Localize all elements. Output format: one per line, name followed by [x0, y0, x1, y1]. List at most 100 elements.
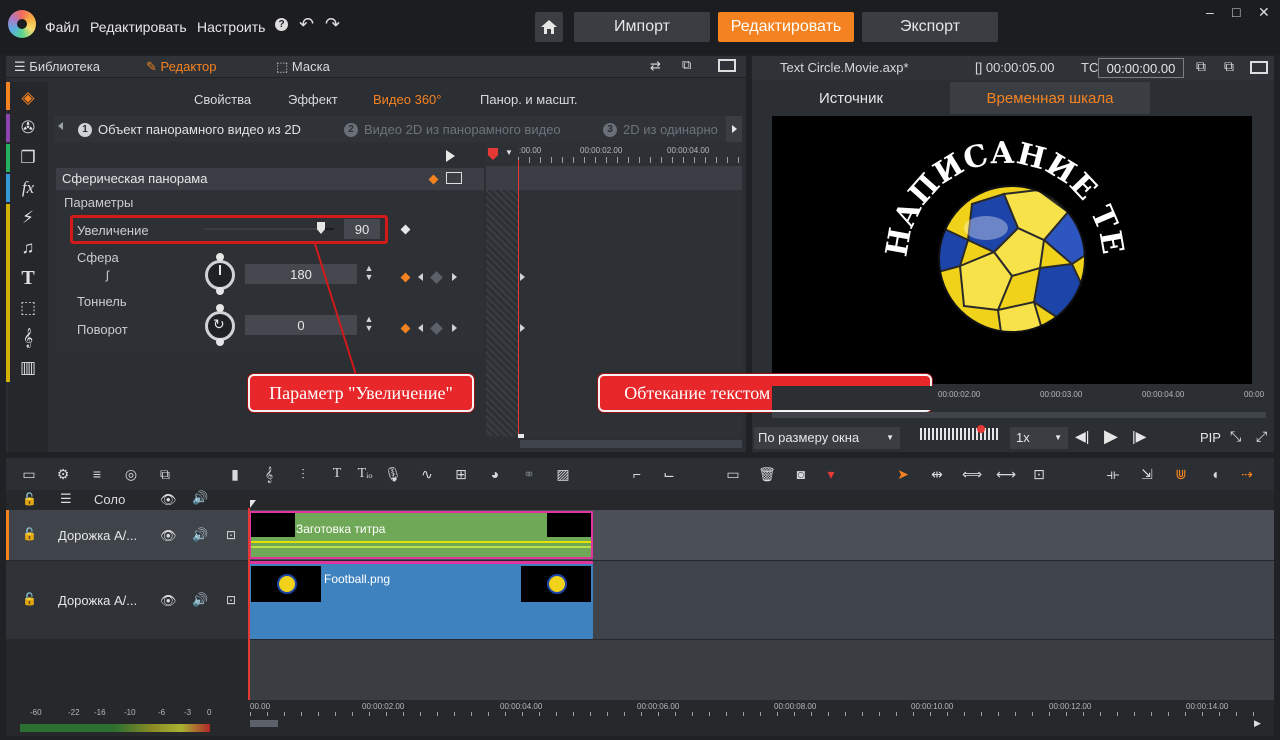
tab-timeline-preview[interactable]: Временная шкала — [950, 82, 1150, 114]
audio-scrub-icon[interactable]: ◖ — [1206, 466, 1224, 482]
link-icon[interactable]: ⚭ — [520, 466, 538, 483]
waveform-icon[interactable]: ∿ — [418, 466, 436, 483]
callout-zoom: Параметр "Увеличение" — [248, 374, 474, 412]
title-motion-icon[interactable]: Tᵢₒ — [356, 466, 374, 482]
popout-icon[interactable]: ⧉ — [1196, 58, 1206, 75]
tl-ruler-label: 00:00:12.00 — [1049, 702, 1092, 711]
speaker-icon[interactable]: 🔊 — [192, 490, 208, 506]
timeline-view-icon[interactable]: ▭ — [20, 466, 38, 483]
tl-ruler-label: 00:00:10.00 — [911, 702, 954, 711]
crop-icon[interactable]: ⤡ — [1230, 428, 1241, 445]
preview-ruler-label: 00:00:04.00 — [1142, 390, 1185, 399]
microphone-icon[interactable]: 🎙 — [384, 466, 402, 483]
clip-thumb — [521, 566, 591, 602]
tl-ruler-ticks — [250, 712, 1260, 716]
multicam-icon[interactable]: ⊞ — [452, 466, 470, 483]
marker-icon[interactable]: ⌙ — [660, 466, 678, 483]
split-icon[interactable]: ⌐ — [628, 466, 646, 482]
ripple-icon[interactable]: ⟛ — [1104, 466, 1122, 483]
track2-monitor-icon[interactable]: ⊡ — [226, 593, 236, 607]
track2-lock-icon[interactable]: 🔓 — [22, 592, 37, 606]
preview-canvas[interactable]: НАПИСАНИЕ ТЕКСТА ПО КРУГУ — [772, 116, 1252, 384]
tab-source[interactable]: Источник — [752, 82, 950, 114]
timecode-field[interactable]: 00:00:00.00 — [1098, 58, 1184, 78]
resize-icon[interactable]: ⤢ — [1256, 428, 1267, 445]
tl-ruler-label: 00:00:14.00 — [1186, 702, 1229, 711]
trim-icon[interactable]: ⇹ — [928, 466, 946, 483]
tl-ruler-label: 00:00:04.00 — [500, 702, 543, 711]
track2-name[interactable]: Дорожка А/... — [58, 593, 137, 608]
clip-football-name: Football.png — [324, 572, 391, 586]
project-title: Text Circle.Movie.axp* — [780, 60, 909, 75]
maximize-preview-icon[interactable] — [1250, 61, 1268, 74]
tc-label: TC — [1081, 60, 1099, 75]
track1-monitor-icon[interactable]: ⊡ — [226, 528, 236, 542]
snapshot-icon[interactable]: ◙ — [792, 466, 810, 482]
clip-thumb — [251, 513, 295, 537]
track1-name[interactable]: Дорожка А/... — [58, 528, 137, 543]
preview-image: НАПИСАНИЕ ТЕКСТА ПО КРУГУ — [772, 116, 1130, 333]
solo-label[interactable]: Соло — [94, 492, 125, 507]
track1-speaker-icon[interactable]: 🔊 — [192, 527, 208, 543]
tl-ruler-label: 00.00 — [250, 702, 271, 711]
empty-track-lane — [248, 640, 1274, 700]
fit-icon[interactable]: ⊡ — [1030, 466, 1048, 483]
next-frame-icon[interactable]: |▶ — [1132, 428, 1146, 445]
play-icon[interactable]: ▶ — [1104, 426, 1118, 447]
speed-dropdown[interactable]: 1x ▼ — [1010, 427, 1068, 449]
meter-scale: -60 — [30, 708, 42, 717]
storyboard-icon[interactable]: ⧉ — [156, 466, 174, 483]
project-duration: [] 00:00:05.00 — [975, 60, 1055, 75]
disc-icon[interactable]: ◎ — [122, 466, 140, 483]
track-list-icon[interactable]: ☰ — [60, 491, 72, 507]
preview-scrub-bar[interactable] — [772, 412, 1266, 418]
clip-football[interactable] — [249, 561, 593, 639]
marker-red-icon[interactable]: ▾ — [822, 466, 840, 483]
timeline-playhead[interactable] — [248, 508, 250, 728]
insert-icon[interactable]: ⇲ — [1138, 466, 1156, 483]
preview-ruler-label: 00:00:02.00 — [938, 390, 981, 399]
pointer-icon[interactable]: ➤ — [894, 466, 912, 483]
delete-icon[interactable]: 🗑 — [758, 466, 776, 483]
track2-eye-icon[interactable]: 👁 — [160, 593, 177, 609]
fit-dropdown[interactable]: По размеру окна ▼ — [754, 427, 900, 449]
track2-speaker-icon[interactable]: 🔊 — [192, 592, 208, 608]
mode-icon[interactable]: ⇢ — [1238, 466, 1256, 483]
tracks-menu-icon[interactable]: ≡ — [88, 466, 106, 482]
clip-title-name: Заготовка титра — [296, 522, 386, 536]
audio-tools-icon[interactable]: ⫶ — [294, 466, 312, 483]
meter-scale: -6 — [158, 708, 166, 717]
eye-icon[interactable]: 👁 — [160, 492, 177, 508]
fullscreen-icon[interactable]: ⧉ — [1224, 58, 1234, 75]
monitor-icon[interactable]: ▭ — [724, 466, 742, 483]
clip-thumb — [251, 566, 321, 602]
audio-level-meter — [20, 724, 210, 732]
tl-scroll-right[interactable]: ▶ — [1254, 718, 1261, 729]
preview-ruler-label: 00:00 — [1244, 390, 1265, 399]
pip-button[interactable]: PIP — [1200, 430, 1221, 445]
edit-icon[interactable]: ▨ — [554, 466, 572, 483]
tl-scroll-thumb[interactable] — [250, 720, 278, 727]
magnet-icon[interactable]: ⋓ — [1172, 466, 1190, 483]
scorefitter-icon[interactable]: 𝄞 — [260, 466, 278, 483]
lock-icon[interactable]: 🔓 — [22, 492, 37, 506]
track1-lock-icon[interactable]: 🔓 — [22, 527, 37, 541]
preview-ruler-label: 00:00:03.00 — [1040, 390, 1083, 399]
meter-scale: -3 — [184, 708, 192, 717]
color-icon[interactable]: ◕ — [486, 466, 504, 482]
meter-scale: -16 — [94, 708, 106, 717]
prev-frame-icon[interactable]: ◀| — [1075, 428, 1089, 445]
football-ball — [938, 185, 1086, 333]
slide-icon[interactable]: ⟷ — [996, 466, 1016, 483]
tl-ruler-label: 00:00:02.00 — [362, 702, 405, 711]
audio-levels-icon[interactable]: ▮ — [226, 466, 244, 483]
clip-thumb — [547, 513, 591, 537]
shuttle-jog[interactable] — [920, 428, 1000, 440]
tl-ruler-label: 00:00:06.00 — [637, 702, 680, 711]
slip-icon[interactable]: ⟺ — [962, 466, 982, 483]
meter-scale: -22 — [68, 708, 80, 717]
title-tool-icon[interactable]: T — [328, 466, 346, 482]
track1-eye-icon[interactable]: 👁 — [160, 528, 177, 544]
settings-icon[interactable]: ⚙ — [54, 466, 72, 483]
preview-ruler — [772, 386, 1268, 410]
